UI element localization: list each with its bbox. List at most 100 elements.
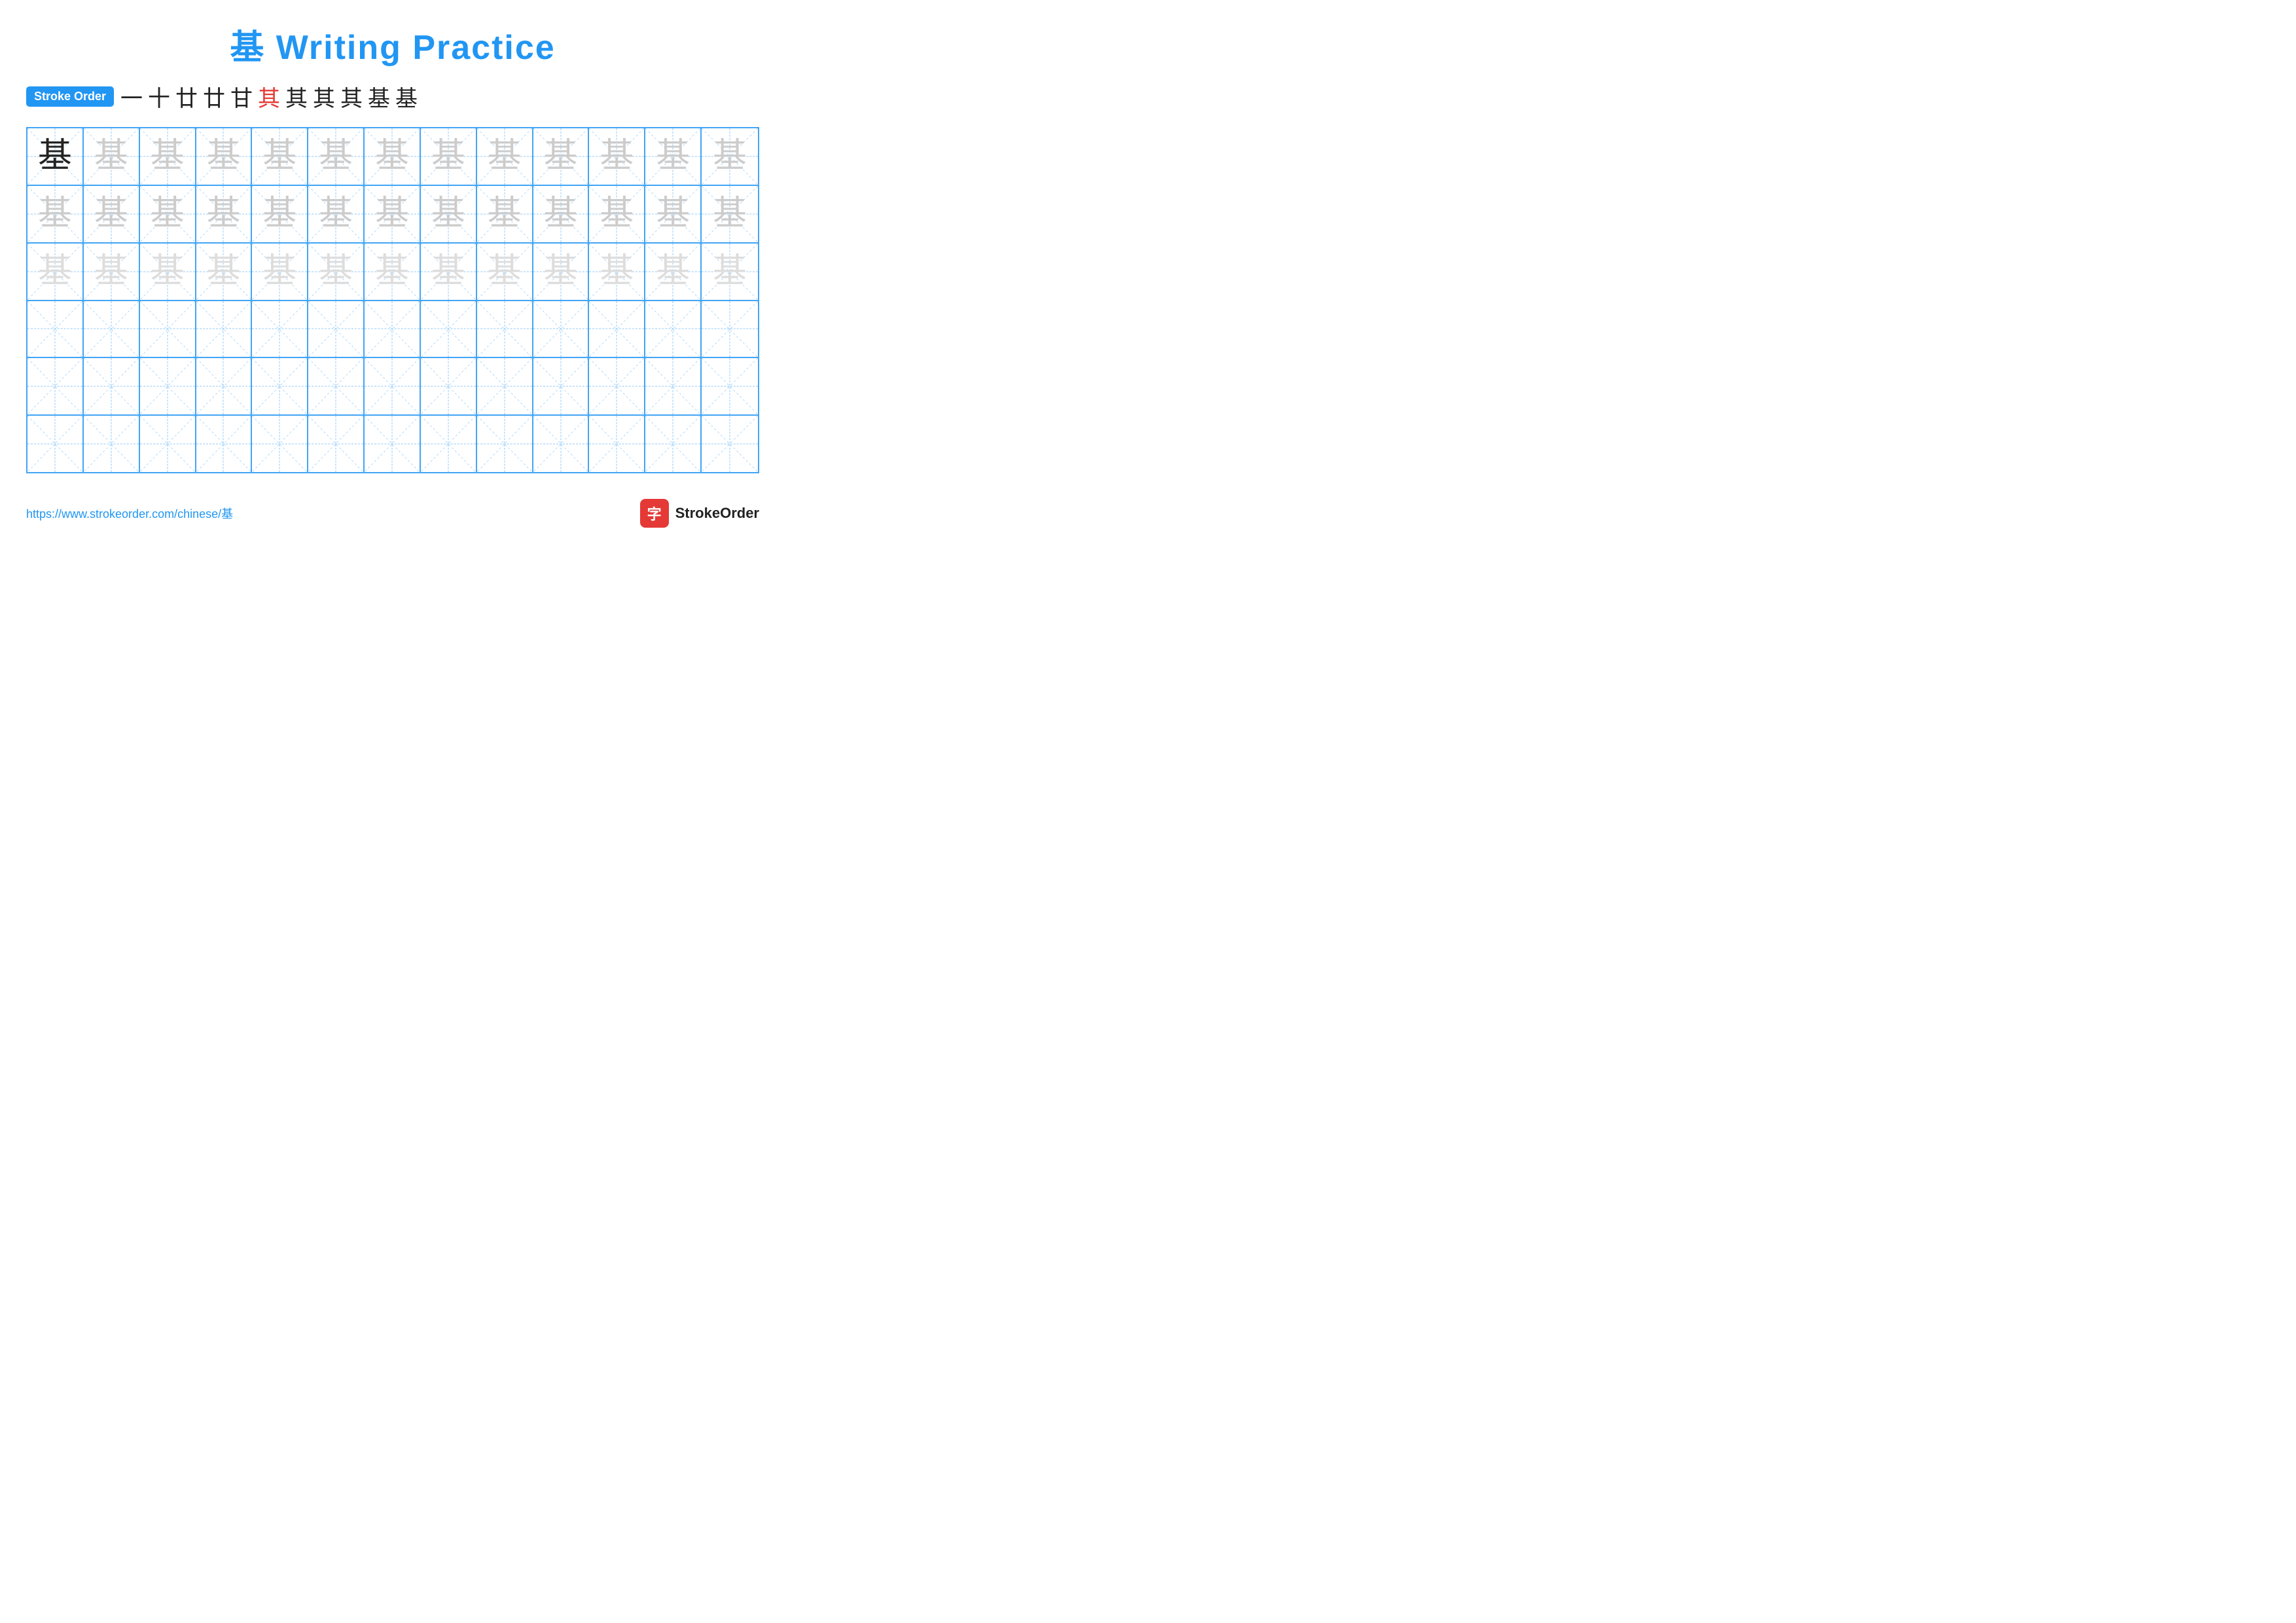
- practice-char: 基: [375, 255, 409, 289]
- grid-cell[interactable]: [84, 358, 140, 414]
- grid-cell[interactable]: 基: [589, 128, 645, 185]
- footer-logo: 字 StrokeOrder: [640, 499, 759, 528]
- grid-cell[interactable]: [308, 358, 365, 414]
- grid-cell[interactable]: 基: [140, 244, 196, 300]
- grid-cell[interactable]: 基: [645, 128, 702, 185]
- grid-cell[interactable]: [421, 358, 477, 414]
- grid-cell[interactable]: [27, 358, 84, 414]
- grid-cell[interactable]: 基: [421, 128, 477, 185]
- grid-cell[interactable]: [589, 416, 645, 472]
- grid-cell[interactable]: 基: [365, 128, 421, 185]
- grid-cell[interactable]: [84, 301, 140, 357]
- grid-cell[interactable]: [365, 416, 421, 472]
- grid-cell[interactable]: [196, 416, 253, 472]
- grid-cell[interactable]: 基: [196, 244, 253, 300]
- grid-cell[interactable]: [702, 301, 758, 357]
- grid-row: 基 基 基 基 基 基 基 基 基 基 基 基 基: [27, 128, 758, 186]
- grid-cell[interactable]: 基: [702, 186, 758, 242]
- grid-cell[interactable]: [308, 301, 365, 357]
- grid-cell[interactable]: 基: [533, 244, 590, 300]
- practice-char: 基: [94, 197, 128, 231]
- grid-cell[interactable]: [533, 416, 590, 472]
- grid-cell[interactable]: 基: [196, 128, 253, 185]
- practice-char: 基: [319, 139, 353, 173]
- grid-cell[interactable]: 基: [140, 186, 196, 242]
- grid-cell[interactable]: [252, 301, 308, 357]
- grid-cell[interactable]: [196, 358, 253, 414]
- grid-cell[interactable]: [645, 416, 702, 472]
- practice-char: 基: [656, 255, 690, 289]
- stroke-char: 廿: [203, 81, 225, 113]
- grid-cell[interactable]: [533, 301, 590, 357]
- grid-cell[interactable]: 基: [477, 128, 533, 185]
- grid-cell[interactable]: 基: [365, 244, 421, 300]
- grid-cell[interactable]: [252, 358, 308, 414]
- grid-cell[interactable]: 基: [252, 186, 308, 242]
- stroke-char: 十: [148, 81, 170, 113]
- grid-cell[interactable]: 基: [477, 186, 533, 242]
- practice-char: 基: [375, 197, 409, 231]
- grid-cell[interactable]: [252, 416, 308, 472]
- grid-cell[interactable]: [477, 416, 533, 472]
- grid-cell[interactable]: [533, 358, 590, 414]
- stroke-char: 其: [258, 81, 280, 113]
- practice-char: 基: [94, 139, 128, 173]
- practice-char: 基: [544, 255, 578, 289]
- grid-cell[interactable]: [421, 416, 477, 472]
- grid-cell[interactable]: 基: [308, 244, 365, 300]
- grid-cell[interactable]: [702, 358, 758, 414]
- grid-cell[interactable]: 基: [533, 128, 590, 185]
- grid-cell[interactable]: 基: [645, 186, 702, 242]
- grid-cell[interactable]: 基: [589, 186, 645, 242]
- grid-cell[interactable]: [702, 416, 758, 472]
- grid-cell[interactable]: [84, 416, 140, 472]
- practice-char: 基: [206, 197, 240, 231]
- grid-cell[interactable]: 基: [140, 128, 196, 185]
- grid-cell[interactable]: [27, 416, 84, 472]
- practice-char: 基: [600, 139, 634, 173]
- grid-cell[interactable]: 基: [84, 244, 140, 300]
- grid-row: [27, 416, 758, 472]
- grid-cell[interactable]: 基: [84, 128, 140, 185]
- grid-cell[interactable]: 基: [421, 244, 477, 300]
- footer-url[interactable]: https://www.strokeorder.com/chinese/基: [26, 505, 233, 522]
- grid-cell[interactable]: [140, 416, 196, 472]
- grid-cell[interactable]: [645, 301, 702, 357]
- stroke-char: 基: [368, 81, 390, 113]
- grid-cell[interactable]: [140, 301, 196, 357]
- grid-cell[interactable]: [27, 301, 84, 357]
- grid-cell[interactable]: 基: [252, 128, 308, 185]
- grid-cell[interactable]: [589, 358, 645, 414]
- grid-cell[interactable]: [308, 416, 365, 472]
- grid-cell[interactable]: 基: [702, 244, 758, 300]
- practice-char: 基: [600, 255, 634, 289]
- grid-cell[interactable]: 基: [365, 186, 421, 242]
- grid-cell[interactable]: 基: [27, 186, 84, 242]
- practice-char: 基: [488, 139, 522, 173]
- grid-cell[interactable]: [477, 301, 533, 357]
- practice-char: 基: [488, 255, 522, 289]
- grid-cell[interactable]: 基: [196, 186, 253, 242]
- grid-cell[interactable]: [140, 358, 196, 414]
- stroke-order-badge: Stroke Order: [26, 86, 114, 107]
- grid-cell[interactable]: [365, 358, 421, 414]
- grid-cell[interactable]: 基: [27, 244, 84, 300]
- grid-cell[interactable]: 基: [533, 186, 590, 242]
- grid-cell[interactable]: 基: [308, 128, 365, 185]
- grid-cell[interactable]: 基: [27, 128, 84, 185]
- grid-cell[interactable]: 基: [702, 128, 758, 185]
- grid-cell[interactable]: [589, 301, 645, 357]
- grid-cell[interactable]: [421, 301, 477, 357]
- grid-cell[interactable]: 基: [477, 244, 533, 300]
- grid-cell[interactable]: 基: [308, 186, 365, 242]
- grid-cell[interactable]: 基: [421, 186, 477, 242]
- grid-cell[interactable]: [196, 301, 253, 357]
- grid-cell[interactable]: 基: [252, 244, 308, 300]
- grid-cell[interactable]: [365, 301, 421, 357]
- practice-char: 基: [38, 255, 72, 289]
- grid-cell[interactable]: [477, 358, 533, 414]
- grid-cell[interactable]: 基: [589, 244, 645, 300]
- grid-cell[interactable]: 基: [84, 186, 140, 242]
- grid-cell[interactable]: [645, 358, 702, 414]
- grid-cell[interactable]: 基: [645, 244, 702, 300]
